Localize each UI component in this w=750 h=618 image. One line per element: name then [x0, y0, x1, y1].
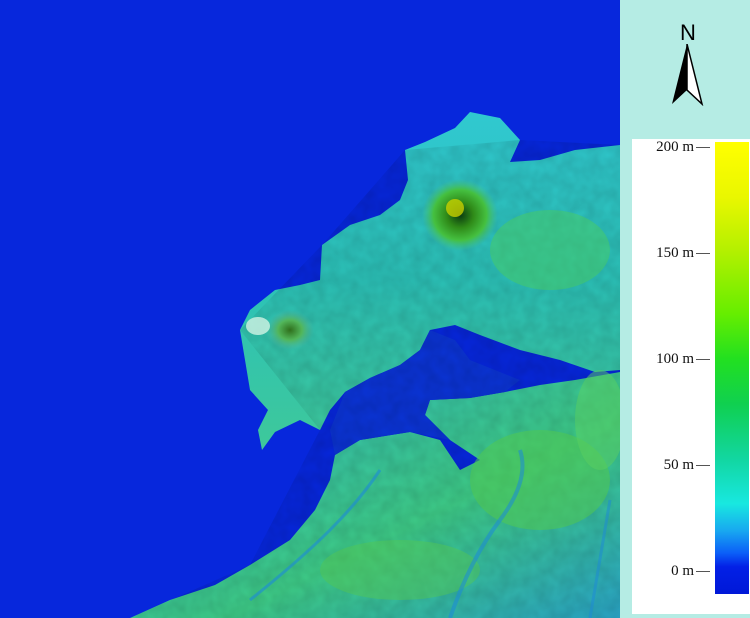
north-indicator: N — [620, 0, 750, 136]
legend-tick-label: 50 m — [663, 457, 694, 473]
summit-west — [266, 310, 314, 350]
legend-tick-mark — [696, 359, 710, 360]
legend-tick-mark — [696, 465, 710, 466]
legend-tick-mark — [696, 253, 710, 254]
elevation-map[interactable] — [0, 0, 620, 618]
elevation-color-bar — [715, 142, 749, 594]
north-arrow-icon — [672, 44, 704, 106]
legend-tick-label: 200 m — [656, 139, 694, 155]
side-panel: N 200 m 150 m 100 m 50 m 0 m — [620, 0, 750, 618]
legend-tick-label: 150 m — [656, 245, 694, 261]
elevation-legend: 200 m 150 m 100 m 50 m 0 m — [632, 139, 750, 614]
legend-tick-mark — [696, 147, 710, 148]
legend-tick-mark — [696, 571, 710, 572]
legend-tick-label: 0 m — [671, 563, 694, 579]
legend-tick-label: 100 m — [656, 351, 694, 367]
north-label: N — [680, 20, 696, 45]
terrain-layer — [130, 112, 620, 618]
